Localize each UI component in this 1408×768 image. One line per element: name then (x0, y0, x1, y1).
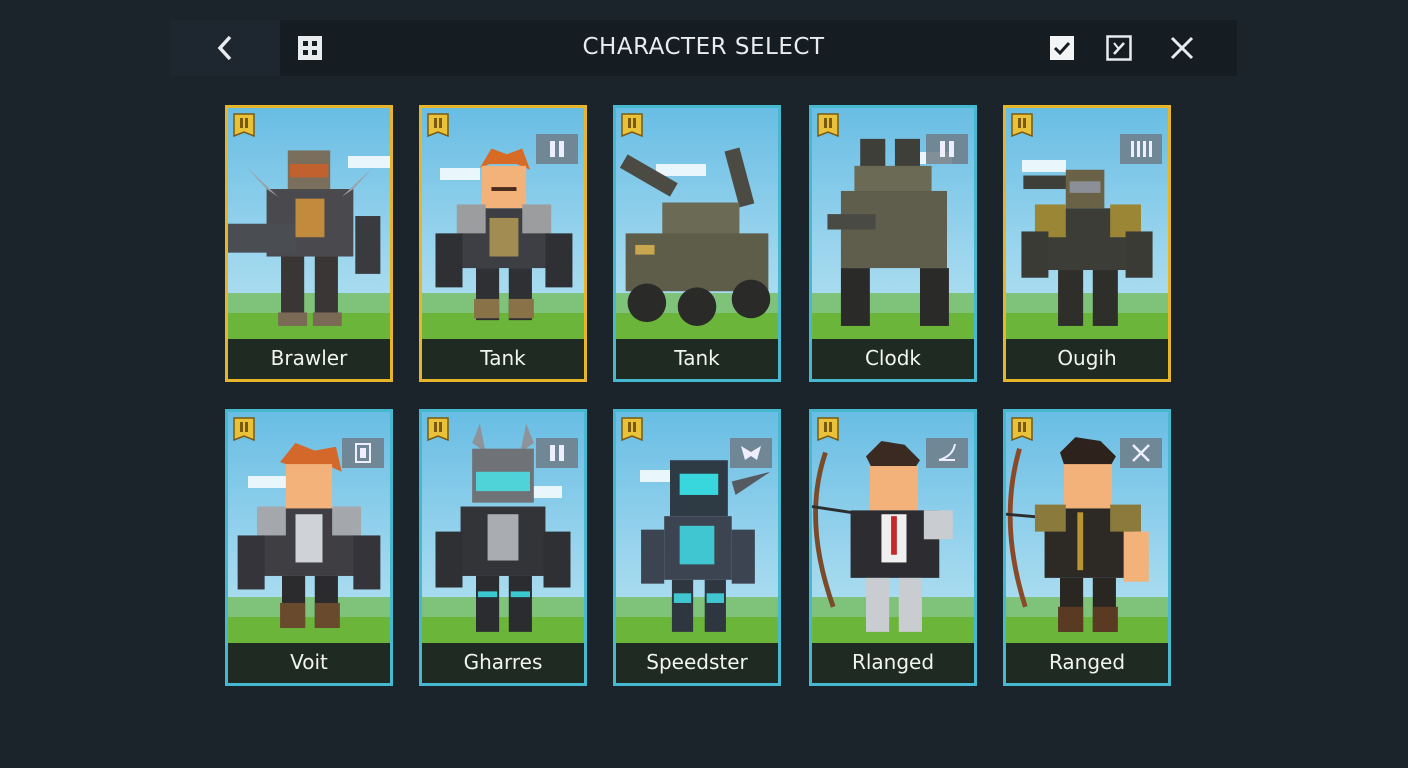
crossed-swords-icon (1120, 438, 1162, 468)
close-icon (1170, 36, 1194, 60)
top-bar: CHARACTER SELECT (170, 20, 1237, 76)
grid-view-button[interactable] (295, 34, 325, 62)
rank-badge-icon (427, 113, 449, 138)
rank-badge-icon (233, 417, 255, 442)
character-card-tank[interactable]: Tank (419, 105, 587, 382)
character-card-speedster[interactable]: Speedster (613, 409, 781, 686)
character-name: Ougih (1006, 339, 1168, 379)
character-name: Speedster (616, 643, 778, 683)
character-card-voit[interactable]: Voit (225, 409, 393, 686)
back-button[interactable] (170, 20, 280, 76)
character-name: Voit (228, 643, 390, 683)
bars-icon (1120, 134, 1162, 164)
rank-badge-icon (817, 113, 839, 138)
character-card-ougih[interactable]: Ougih (1003, 105, 1171, 382)
character-name: Ranged (1006, 643, 1168, 683)
rank-badge-icon (427, 417, 449, 442)
rank-badge-icon (621, 113, 643, 138)
character-name: Tank (616, 339, 778, 379)
character-card-tank-vehicle[interactable]: Tank (613, 105, 781, 382)
character-name: Tank (422, 339, 584, 379)
ammo-icon (536, 438, 578, 468)
shield-icon (342, 438, 384, 468)
rank-badge-icon (1011, 113, 1033, 138)
checkbox-icon (1050, 36, 1074, 60)
character-card-clodk[interactable]: Clodk (809, 105, 977, 382)
character-card-brawler[interactable]: Brawler (225, 105, 393, 382)
close-button[interactable] (1168, 34, 1196, 62)
edit-icon (1106, 35, 1132, 61)
rank-badge-icon (817, 417, 839, 442)
edit-button[interactable] (1105, 34, 1133, 62)
chevron-left-icon (217, 35, 232, 61)
confirm-button[interactable] (1048, 34, 1076, 62)
character-name: Gharres (422, 643, 584, 683)
grid-icon (298, 36, 322, 60)
rank-badge-icon (621, 417, 643, 442)
rank-badge-icon (1011, 417, 1033, 442)
ammo-icon (536, 134, 578, 164)
bow-icon (926, 438, 968, 468)
character-name: Clodk (812, 339, 974, 379)
wing-icon (730, 438, 772, 468)
character-card-gharres[interactable]: Gharres (419, 409, 587, 686)
character-name: Brawler (228, 339, 390, 379)
page-title: CHARACTER SELECT (582, 34, 825, 60)
character-name: Rlanged (812, 643, 974, 683)
rank-badge-icon (233, 113, 255, 138)
ammo-icon (926, 134, 968, 164)
character-card-rlanged[interactable]: Rlanged (809, 409, 977, 686)
character-card-ranged[interactable]: Ranged (1003, 409, 1171, 686)
